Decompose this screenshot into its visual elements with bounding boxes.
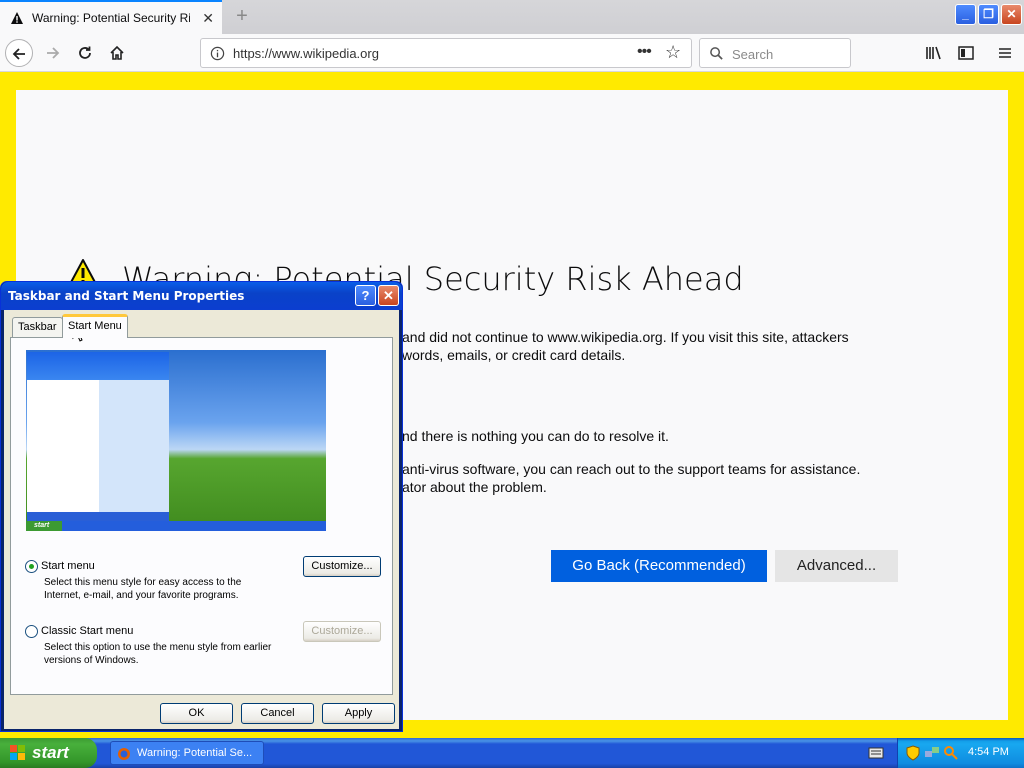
security-shield-icon[interactable]: [906, 745, 920, 761]
advanced-button[interactable]: Advanced...: [775, 550, 898, 582]
library-button[interactable]: [920, 39, 948, 67]
dialog-title: Taskbar and Start Menu Properties: [8, 289, 245, 303]
classic-start-menu-label[interactable]: Classic Start menu: [41, 625, 133, 637]
preview-menu-bottom: [27, 512, 169, 521]
menu-button[interactable]: [991, 39, 1019, 67]
dialog-body: Taskbar Start Menu start Start menu Sele…: [4, 310, 399, 729]
start-menu-label[interactable]: Start menu: [41, 560, 95, 572]
warning-icon: [11, 12, 23, 24]
taskbar-item-firefox[interactable]: Warning: Potential Se...: [110, 741, 264, 765]
preview-menu-header: [27, 352, 169, 380]
minimize-button[interactable]: _: [955, 4, 976, 25]
page-actions-icon[interactable]: •••: [637, 43, 652, 61]
warning-text-line: ator about the problem.: [402, 479, 547, 495]
classic-start-menu-radio[interactable]: [25, 625, 38, 638]
customize-classic-menu-button: Customize...: [303, 621, 381, 642]
network-icon[interactable]: [924, 745, 940, 761]
url-bar[interactable]: https://www.wikipedia.org ••• ☆: [200, 38, 692, 68]
taskbar-item-label: Warning: Potential Se...: [137, 747, 253, 759]
dialog-close-button[interactable]: ✕: [378, 285, 399, 306]
back-arrow-icon: [12, 48, 25, 60]
system-tray: 4:54 PM: [897, 738, 1024, 768]
windows-taskbar: start Warning: Potential Se... 4:54 PM: [0, 738, 1024, 768]
restore-button[interactable]: ❐: [978, 4, 999, 25]
home-button[interactable]: [103, 39, 131, 67]
dialog-titlebar[interactable]: Taskbar and Start Menu Properties ? ✕: [1, 282, 402, 310]
home-icon: [110, 45, 124, 60]
start-label: start: [32, 743, 69, 762]
navigation-toolbar: https://www.wikipedia.org ••• ☆ Search: [0, 34, 1024, 72]
warning-text-line: words, emails, or credit card details.: [402, 347, 626, 363]
tab-start-menu[interactable]: Start Menu: [62, 314, 128, 338]
go-back-button[interactable]: Go Back (Recommended): [551, 550, 767, 582]
customize-start-menu-button[interactable]: Customize...: [303, 556, 381, 577]
library-icon: [926, 46, 941, 60]
help-button[interactable]: ?: [355, 285, 376, 306]
forward-button[interactable]: [39, 39, 67, 67]
sidebar-button[interactable]: [952, 39, 980, 67]
cancel-button[interactable]: Cancel: [241, 703, 314, 724]
hamburger-menu-icon: [999, 48, 1011, 58]
search-assistant-icon[interactable]: [943, 745, 959, 761]
preview-menu-right: [99, 380, 169, 512]
start-button[interactable]: start: [0, 738, 97, 768]
warning-text-line: nd there is nothing you can do to resolv…: [402, 428, 669, 444]
start-menu-preview-image: start: [26, 350, 326, 531]
new-tab-button[interactable]: +: [230, 4, 254, 28]
search-placeholder: Search: [732, 47, 774, 62]
warning-text-line: anti-virus software, you can reach out t…: [402, 461, 861, 477]
start-menu-description: Select this menu style for easy access t…: [44, 577, 242, 601]
browser-tab-bar: Warning: Potential Security Risk Ahead ✕…: [0, 0, 1024, 34]
sidebar-icon: [958, 46, 974, 60]
preview-start-button: start: [26, 521, 62, 531]
close-tab-icon[interactable]: ✕: [202, 10, 214, 27]
taskbar-properties-dialog: Taskbar and Start Menu Properties ? ✕ Ta…: [0, 281, 403, 732]
firefox-icon: [118, 748, 130, 760]
search-box[interactable]: Search: [699, 38, 851, 68]
bookmark-star-icon[interactable]: ☆: [665, 42, 681, 63]
url-text[interactable]: https://www.wikipedia.org: [233, 46, 379, 61]
info-icon[interactable]: [210, 46, 225, 61]
classic-start-menu-description: Select this option to use the menu style…: [44, 642, 272, 666]
preview-taskbar: [26, 521, 326, 531]
ok-button[interactable]: OK: [160, 703, 233, 724]
search-icon: [710, 47, 723, 60]
keyboard-icon[interactable]: [868, 746, 884, 760]
reload-button[interactable]: [71, 39, 99, 67]
window-close-button[interactable]: ✕: [1001, 4, 1022, 25]
tab-warning[interactable]: Warning: Potential Security Risk Ahead ✕: [0, 0, 222, 34]
back-button[interactable]: [5, 39, 33, 67]
reload-icon: [79, 46, 91, 59]
warning-text-line: and did not continue to www.wikipedia.or…: [402, 329, 849, 345]
windows-logo-icon: [10, 745, 25, 760]
clock[interactable]: 4:54 PM: [968, 746, 1009, 758]
tab-taskbar[interactable]: Taskbar: [12, 317, 63, 338]
start-menu-radio[interactable]: [25, 560, 38, 573]
start-menu-panel: start Start menu Select this menu style …: [10, 337, 393, 695]
apply-button[interactable]: Apply: [322, 703, 395, 724]
tab-title: Warning: Potential Security Risk Ahead: [32, 11, 190, 25]
forward-arrow-icon: [47, 47, 60, 59]
